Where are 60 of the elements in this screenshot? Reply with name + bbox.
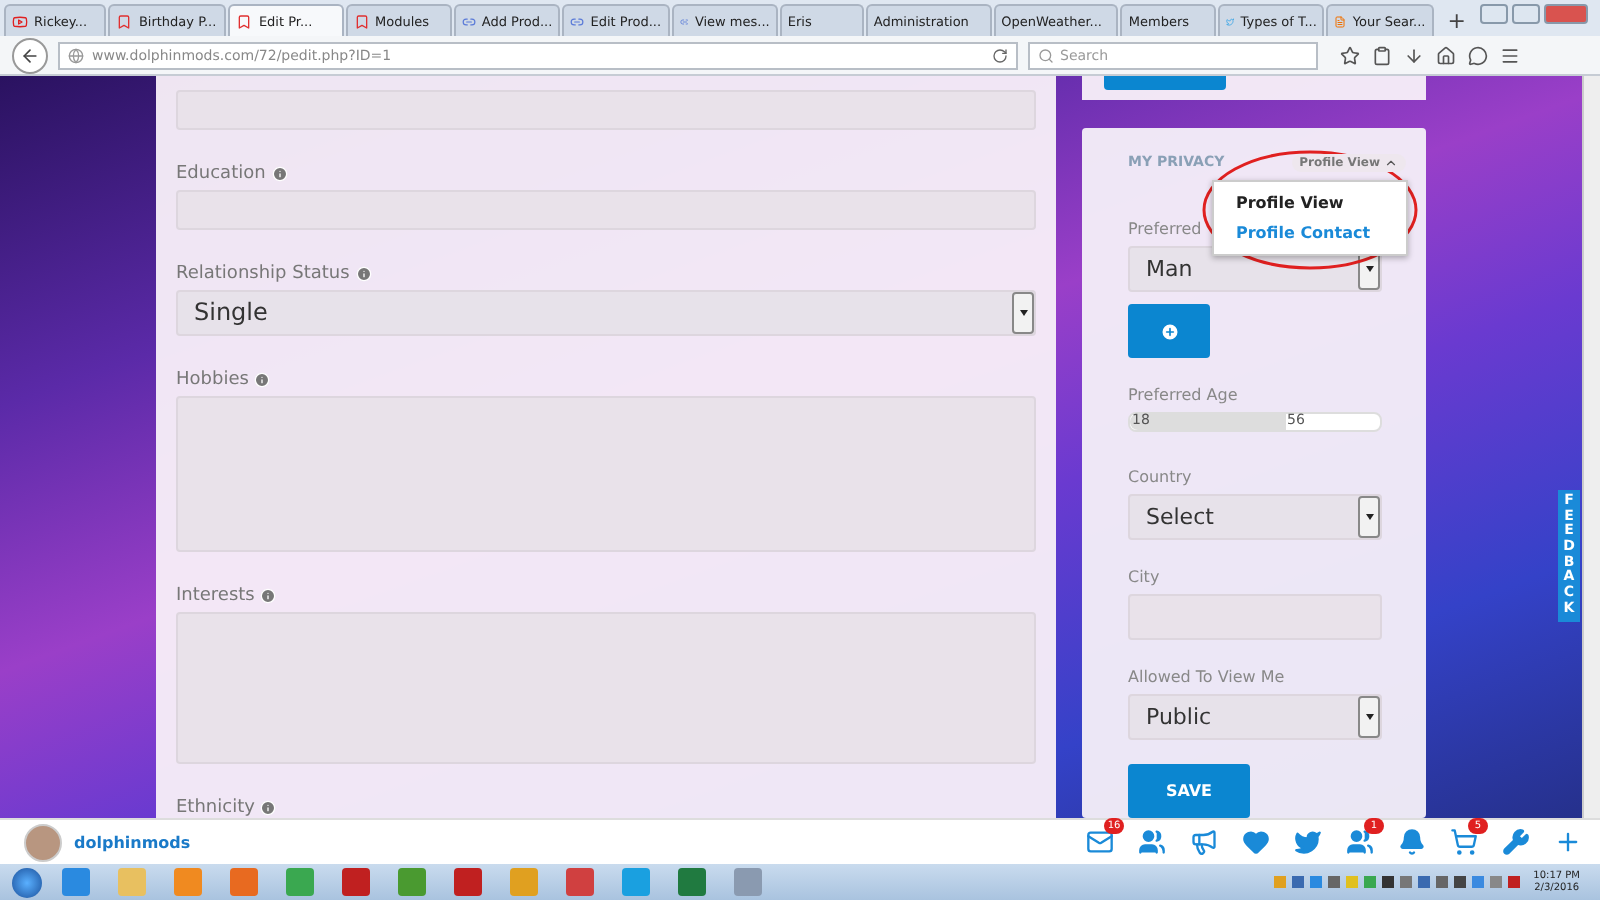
add-button[interactable]: [1128, 304, 1210, 358]
blog-icon: [1334, 13, 1347, 29]
avatar[interactable]: [24, 823, 62, 861]
field-label: Education: [176, 163, 1036, 184]
info-icon[interactable]: [260, 587, 277, 604]
field-label: City: [1128, 568, 1160, 588]
users-icon[interactable]: [1137, 828, 1165, 856]
wrench-icon[interactable]: [1501, 828, 1529, 856]
save-button[interactable]: SAVE: [1128, 764, 1250, 818]
field-label: Interests: [176, 585, 1036, 606]
field-label: Preferred Age: [1128, 386, 1238, 406]
menu-icon[interactable]: [1500, 45, 1520, 65]
users-icon[interactable]: [1345, 828, 1373, 856]
link-icon: [570, 13, 585, 29]
field-label: Allowed To View Me: [1128, 668, 1285, 688]
clipboard-icon[interactable]: [1372, 45, 1392, 65]
video-icon: [12, 13, 28, 29]
field-label: Preferred: [1128, 220, 1202, 240]
info-icon[interactable]: [355, 265, 372, 282]
cart-icon[interactable]: [1449, 828, 1477, 856]
bell-icon[interactable]: [1397, 828, 1425, 856]
text-field[interactable]: [1128, 594, 1382, 640]
plus-circle-icon: [1159, 321, 1179, 341]
home-icon[interactable]: [1436, 45, 1456, 65]
field-label: Relationship Status: [176, 263, 1036, 284]
menu-item[interactable]: Profile View: [1214, 188, 1406, 218]
mail-icon[interactable]: [1085, 828, 1113, 856]
megaphone-icon[interactable]: [1189, 828, 1217, 856]
info-icon[interactable]: [271, 165, 288, 182]
info-icon[interactable]: [260, 799, 277, 816]
chevron-icon: [1384, 155, 1398, 169]
globe-icon: [68, 47, 84, 63]
bird-icon: [1226, 13, 1235, 29]
field-label: Ethnicity: [176, 797, 1036, 818]
start-button[interactable]: [12, 867, 42, 897]
reload-icon[interactable]: [992, 47, 1008, 63]
field-label: Country: [1128, 468, 1192, 488]
star-icon[interactable]: [1340, 45, 1360, 65]
download-icon[interactable]: [1404, 45, 1424, 65]
scrollbar[interactable]: [1582, 76, 1600, 818]
username-link[interactable]: dolphinmods: [74, 833, 191, 851]
select-field[interactable]: Public: [1128, 694, 1382, 740]
link-icon: [461, 13, 476, 29]
heart-icon[interactable]: [1241, 828, 1269, 856]
field-label: Hobbies: [176, 369, 1036, 390]
menu-item[interactable]: Profile Contact: [1214, 218, 1406, 248]
new-tab-button[interactable]: +: [1435, 4, 1478, 36]
link-icon: [679, 13, 689, 29]
chat-icon[interactable]: [1468, 45, 1488, 65]
text-field[interactable]: [176, 189, 1036, 230]
minimize-button[interactable]: [1480, 4, 1508, 24]
select-field[interactable]: Select: [1128, 494, 1382, 540]
maximize-button[interactable]: [1512, 4, 1540, 24]
back-button[interactable]: [12, 37, 48, 73]
select-field[interactable]: Single: [176, 289, 1036, 336]
search-icon: [1038, 47, 1054, 63]
plus-icon[interactable]: [1553, 828, 1581, 856]
info-icon[interactable]: [254, 371, 271, 388]
bird-icon[interactable]: [1293, 828, 1321, 856]
back-arrow-icon: [20, 45, 40, 65]
